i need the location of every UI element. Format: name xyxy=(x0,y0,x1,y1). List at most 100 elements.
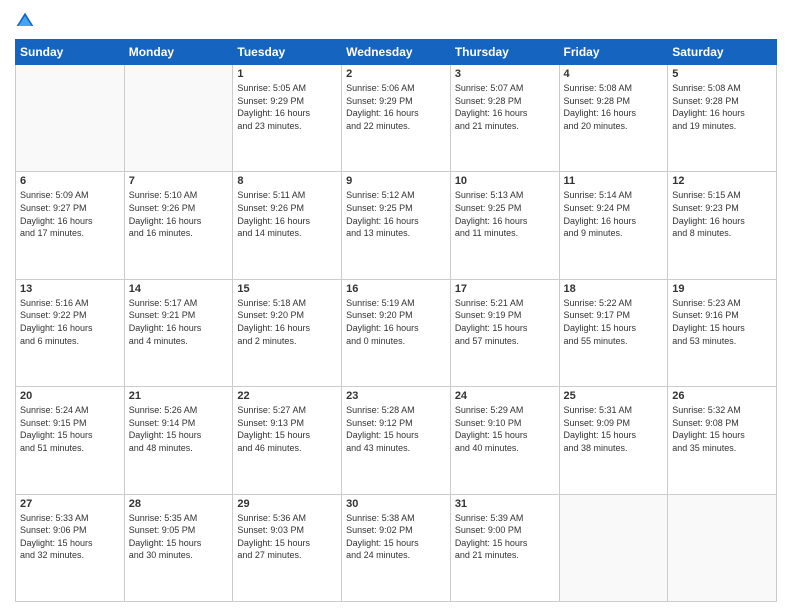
day-cell: 24 Sunrise: 5:29 AM Sunset: 9:10 PM Dayli… xyxy=(450,387,559,494)
day-info: Sunrise: 5:26 AM Sunset: 9:14 PM Dayligh… xyxy=(129,404,229,454)
day-number: 14 xyxy=(129,283,229,295)
day-info: Sunrise: 5:19 AM Sunset: 9:20 PM Dayligh… xyxy=(346,297,446,347)
week-row-3: 13 Sunrise: 5:16 AM Sunset: 9:22 PM Dayli… xyxy=(16,279,777,386)
day-number: 17 xyxy=(455,283,555,295)
day-number: 7 xyxy=(129,175,229,187)
day-info: Sunrise: 5:35 AM Sunset: 9:05 PM Dayligh… xyxy=(129,512,229,562)
day-info: Sunrise: 5:08 AM Sunset: 9:28 PM Dayligh… xyxy=(564,82,664,132)
day-number: 11 xyxy=(564,175,664,187)
day-number: 30 xyxy=(346,498,446,510)
calendar-header: SundayMondayTuesdayWednesdayThursdayFrid… xyxy=(16,40,777,65)
day-cell: 30 Sunrise: 5:38 AM Sunset: 9:02 PM Dayli… xyxy=(342,494,451,601)
day-cell: 10Sunrise: 5:13 AM Sunset: 9:25 PM Dayli… xyxy=(450,172,559,279)
day-info: Sunrise: 5:23 AM Sunset: 9:16 PM Dayligh… xyxy=(672,297,772,347)
day-cell xyxy=(559,494,668,601)
week-row-5: 27 Sunrise: 5:33 AM Sunset: 9:06 PM Dayli… xyxy=(16,494,777,601)
header xyxy=(15,10,777,31)
day-number: 26 xyxy=(672,390,772,402)
day-cell: 5Sunrise: 5:08 AM Sunset: 9:28 PM Daylig… xyxy=(668,65,777,172)
day-number: 22 xyxy=(237,390,337,402)
day-number: 6 xyxy=(20,175,120,187)
day-info: Sunrise: 5:22 AM Sunset: 9:17 PM Dayligh… xyxy=(564,297,664,347)
day-info: Sunrise: 5:07 AM Sunset: 9:28 PM Dayligh… xyxy=(455,82,555,132)
day-cell: 4 Sunrise: 5:08 AM Sunset: 9:28 PM Daylig… xyxy=(559,65,668,172)
day-cell xyxy=(16,65,125,172)
day-info: Sunrise: 5:38 AM Sunset: 9:02 PM Dayligh… xyxy=(346,512,446,562)
day-cell: 17 Sunrise: 5:21 AM Sunset: 9:19 PM Dayli… xyxy=(450,279,559,386)
page: SundayMondayTuesdayWednesdayThursdayFrid… xyxy=(0,0,792,612)
day-cell: 9Sunrise: 5:12 AM Sunset: 9:25 PM Daylig… xyxy=(342,172,451,279)
day-number: 10 xyxy=(455,175,555,187)
day-info: Sunrise: 5:31 AM Sunset: 9:09 PM Dayligh… xyxy=(564,404,664,454)
day-header-tuesday: Tuesday xyxy=(233,40,342,65)
day-cell: 14Sunrise: 5:17 AM Sunset: 9:21 PM Dayli… xyxy=(124,279,233,386)
day-info: Sunrise: 5:06 AM Sunset: 9:29 PM Dayligh… xyxy=(346,82,446,132)
day-cell: 7 Sunrise: 5:10 AM Sunset: 9:26 PM Daylig… xyxy=(124,172,233,279)
day-info: Sunrise: 5:08 AM Sunset: 9:28 PM Dayligh… xyxy=(672,82,772,132)
day-cell xyxy=(668,494,777,601)
day-cell: 8 Sunrise: 5:11 AM Sunset: 9:26 PM Daylig… xyxy=(233,172,342,279)
day-number: 3 xyxy=(455,68,555,80)
day-number: 25 xyxy=(564,390,664,402)
day-info: Sunrise: 5:14 AM Sunset: 9:24 PM Dayligh… xyxy=(564,189,664,239)
day-cell: 28Sunrise: 5:35 AM Sunset: 9:05 PM Dayli… xyxy=(124,494,233,601)
day-cell xyxy=(124,65,233,172)
day-cell: 26 Sunrise: 5:32 AM Sunset: 9:08 PM Dayli… xyxy=(668,387,777,494)
day-info: Sunrise: 5:16 AM Sunset: 9:22 PM Dayligh… xyxy=(20,297,120,347)
day-number: 21 xyxy=(129,390,229,402)
day-header-monday: Monday xyxy=(124,40,233,65)
day-info: Sunrise: 5:15 AM Sunset: 9:23 PM Dayligh… xyxy=(672,189,772,239)
day-info: Sunrise: 5:28 AM Sunset: 9:12 PM Dayligh… xyxy=(346,404,446,454)
day-number: 13 xyxy=(20,283,120,295)
day-number: 31 xyxy=(455,498,555,510)
calendar-table: SundayMondayTuesdayWednesdayThursdayFrid… xyxy=(15,39,777,602)
day-number: 18 xyxy=(564,283,664,295)
day-number: 15 xyxy=(237,283,337,295)
day-cell: 23 Sunrise: 5:28 AM Sunset: 9:12 PM Dayli… xyxy=(342,387,451,494)
day-number: 12 xyxy=(672,175,772,187)
day-info: Sunrise: 5:33 AM Sunset: 9:06 PM Dayligh… xyxy=(20,512,120,562)
day-number: 29 xyxy=(237,498,337,510)
day-number: 23 xyxy=(346,390,446,402)
day-number: 8 xyxy=(237,175,337,187)
day-cell: 1Sunrise: 5:05 AM Sunset: 9:29 PM Daylig… xyxy=(233,65,342,172)
week-row-2: 6 Sunrise: 5:09 AM Sunset: 9:27 PM Daylig… xyxy=(16,172,777,279)
day-info: Sunrise: 5:29 AM Sunset: 9:10 PM Dayligh… xyxy=(455,404,555,454)
day-info: Sunrise: 5:09 AM Sunset: 9:27 PM Dayligh… xyxy=(20,189,120,239)
day-cell: 21 Sunrise: 5:26 AM Sunset: 9:14 PM Dayli… xyxy=(124,387,233,494)
day-info: Sunrise: 5:12 AM Sunset: 9:25 PM Dayligh… xyxy=(346,189,446,239)
day-info: Sunrise: 5:27 AM Sunset: 9:13 PM Dayligh… xyxy=(237,404,337,454)
day-cell: 13 Sunrise: 5:16 AM Sunset: 9:22 PM Dayli… xyxy=(16,279,125,386)
day-cell: 25 Sunrise: 5:31 AM Sunset: 9:09 PM Dayli… xyxy=(559,387,668,494)
day-number: 24 xyxy=(455,390,555,402)
day-cell: 18 Sunrise: 5:22 AM Sunset: 9:17 PM Dayli… xyxy=(559,279,668,386)
day-cell: 29 Sunrise: 5:36 AM Sunset: 9:03 PM Dayli… xyxy=(233,494,342,601)
day-cell: 12 Sunrise: 5:15 AM Sunset: 9:23 PM Dayli… xyxy=(668,172,777,279)
day-cell: 16Sunrise: 5:19 AM Sunset: 9:20 PM Dayli… xyxy=(342,279,451,386)
logo-icon xyxy=(15,11,35,31)
day-info: Sunrise: 5:11 AM Sunset: 9:26 PM Dayligh… xyxy=(237,189,337,239)
day-cell: 22 Sunrise: 5:27 AM Sunset: 9:13 PM Dayli… xyxy=(233,387,342,494)
week-row-4: 20Sunrise: 5:24 AM Sunset: 9:15 PM Dayli… xyxy=(16,387,777,494)
day-number: 4 xyxy=(564,68,664,80)
day-cell: 15Sunrise: 5:18 AM Sunset: 9:20 PM Dayli… xyxy=(233,279,342,386)
day-cell: 19Sunrise: 5:23 AM Sunset: 9:16 PM Dayli… xyxy=(668,279,777,386)
day-header-wednesday: Wednesday xyxy=(342,40,451,65)
day-cell: 11 Sunrise: 5:14 AM Sunset: 9:24 PM Dayli… xyxy=(559,172,668,279)
calendar-body: 1Sunrise: 5:05 AM Sunset: 9:29 PM Daylig… xyxy=(16,65,777,602)
day-cell: 3 Sunrise: 5:07 AM Sunset: 9:28 PM Daylig… xyxy=(450,65,559,172)
day-number: 27 xyxy=(20,498,120,510)
day-cell: 20Sunrise: 5:24 AM Sunset: 9:15 PM Dayli… xyxy=(16,387,125,494)
header-row: SundayMondayTuesdayWednesdayThursdayFrid… xyxy=(16,40,777,65)
day-header-friday: Friday xyxy=(559,40,668,65)
day-info: Sunrise: 5:05 AM Sunset: 9:29 PM Dayligh… xyxy=(237,82,337,132)
day-info: Sunrise: 5:32 AM Sunset: 9:08 PM Dayligh… xyxy=(672,404,772,454)
day-info: Sunrise: 5:21 AM Sunset: 9:19 PM Dayligh… xyxy=(455,297,555,347)
day-header-saturday: Saturday xyxy=(668,40,777,65)
day-info: Sunrise: 5:36 AM Sunset: 9:03 PM Dayligh… xyxy=(237,512,337,562)
day-cell: 2Sunrise: 5:06 AM Sunset: 9:29 PM Daylig… xyxy=(342,65,451,172)
logo xyxy=(15,10,39,31)
day-info: Sunrise: 5:10 AM Sunset: 9:26 PM Dayligh… xyxy=(129,189,229,239)
day-info: Sunrise: 5:24 AM Sunset: 9:15 PM Dayligh… xyxy=(20,404,120,454)
day-cell: 31Sunrise: 5:39 AM Sunset: 9:00 PM Dayli… xyxy=(450,494,559,601)
